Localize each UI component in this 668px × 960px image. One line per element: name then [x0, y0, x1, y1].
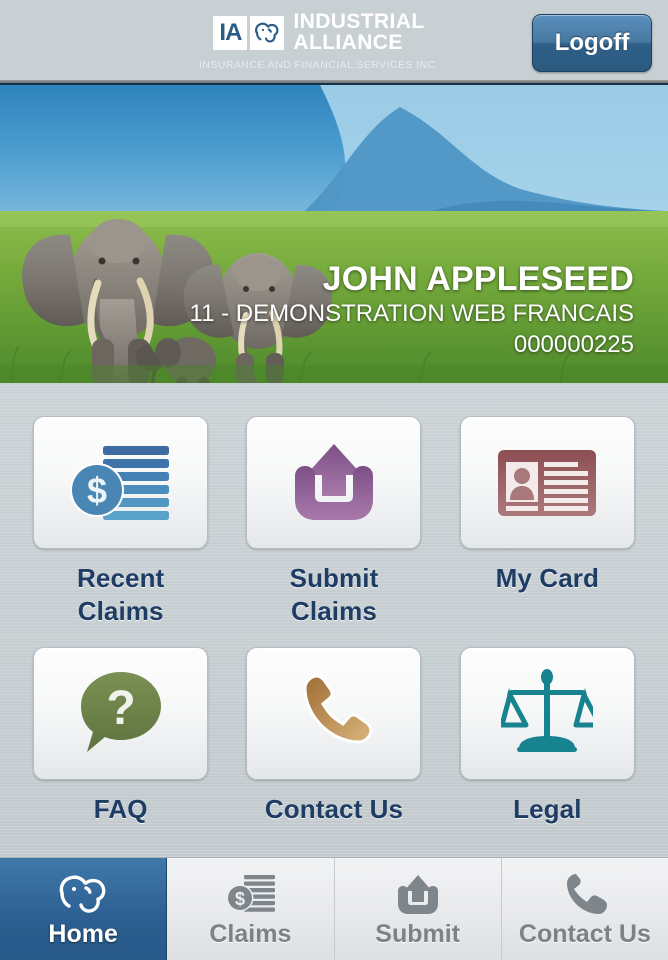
app-header: IA INDUSTRIAL ALLIANCE INSURANCE AND FIN…	[0, 0, 668, 85]
logoff-button[interactable]: Logoff	[532, 14, 652, 72]
tile-label: Submit Claims	[289, 563, 379, 627]
logo-mark: IA	[213, 16, 285, 50]
tile-contact-us[interactable]: Contact Us	[243, 646, 424, 826]
tab-icon: $	[224, 870, 276, 916]
tile-card: ?	[33, 646, 209, 780]
tile-grid-row-2: ? FAQ Contact Us Legal	[30, 646, 638, 826]
tab-label: Contact Us	[518, 919, 651, 948]
tile-submit-claims[interactable]: Submit Claims	[243, 416, 424, 629]
elephant-icon	[59, 875, 106, 913]
tab-icon	[393, 870, 443, 916]
tile-card	[459, 646, 635, 780]
tile-grid-row-1: $ Recent Claims Submit Claims My Card	[30, 416, 638, 629]
member-name: JOHN APPLESEED	[322, 260, 634, 299]
main-menu: $ Recent Claims Submit Claims My Card ? …	[0, 383, 668, 857]
tab-submit[interactable]: Submit	[335, 858, 502, 960]
tile-label: Legal	[513, 793, 582, 824]
logo-ia-square: IA	[213, 16, 248, 50]
coins-with-dollar-sign-icon: $	[226, 874, 276, 912]
tile-label: Contact Us	[264, 793, 404, 824]
logo-wordmark: INDUSTRIAL ALLIANCE	[293, 12, 424, 53]
coins-with-dollar-sign-icon: $	[69, 445, 169, 520]
tab-home[interactable]: Home	[0, 858, 168, 960]
tab-label: Claims	[209, 919, 292, 948]
tab-label: Submit	[375, 919, 460, 948]
tile-faq[interactable]: ? FAQ	[30, 646, 211, 826]
logo-tagline: INSURANCE AND FINANCIAL SERVICES INC.	[198, 58, 440, 71]
tile-label: FAQ	[93, 793, 148, 824]
elephant-icon	[255, 22, 279, 43]
tile-card	[246, 416, 422, 549]
hero-banner: JOHN APPLESEED 11 - DEMONSTRATION WEB FR…	[0, 85, 668, 383]
telephone-handset-icon	[566, 873, 607, 914]
tile-label: My Card	[495, 563, 599, 593]
tile-label: Recent Claims	[77, 563, 165, 627]
id-card-icon	[498, 449, 597, 516]
svg-text:?: ?	[106, 682, 135, 735]
tile-my-card[interactable]: My Card	[457, 416, 638, 629]
logo-line-2: ALLIANCE	[293, 31, 403, 54]
telephone-handset-icon	[303, 674, 373, 744]
tab-contact-us[interactable]: Contact Us	[502, 858, 668, 960]
upload-arrow-tray-icon	[294, 443, 373, 520]
scales-of-justice-icon	[501, 669, 594, 753]
bottom-tab-bar: Home $ Claims Submit Contact Us	[0, 857, 668, 960]
svg-text:$: $	[235, 889, 245, 909]
member-id: 000000225	[513, 330, 634, 358]
tab-label: Home	[48, 919, 118, 948]
mobile-app-screen: IA INDUSTRIAL ALLIANCE INSURANCE AND FIN…	[0, 0, 668, 960]
logo-elephant-square	[250, 16, 285, 50]
tile-recent-claims[interactable]: $ Recent Claims	[30, 416, 211, 629]
tile-card	[459, 416, 635, 549]
question-speech-bubble-icon: ?	[80, 672, 161, 753]
brand-logo: IA INDUSTRIAL ALLIANCE INSURANCE AND FIN…	[198, 12, 440, 71]
svg-text:$: $	[87, 470, 107, 511]
tab-icon	[562, 870, 608, 916]
tile-legal[interactable]: Legal	[457, 646, 638, 826]
upload-arrow-tray-icon	[397, 874, 438, 914]
tab-icon	[52, 870, 114, 916]
member-group: 11 - DEMONSTRATION WEB FRANCAIS	[189, 300, 634, 328]
tab-claims[interactable]: $ Claims	[167, 858, 335, 960]
tile-card	[246, 646, 422, 780]
member-info: JOHN APPLESEED 11 - DEMONSTRATION WEB FR…	[190, 259, 634, 359]
logo-ia-letters: IA	[219, 19, 242, 46]
logo-line-1: INDUSTRIAL	[293, 10, 425, 34]
tile-card: $	[33, 416, 209, 549]
